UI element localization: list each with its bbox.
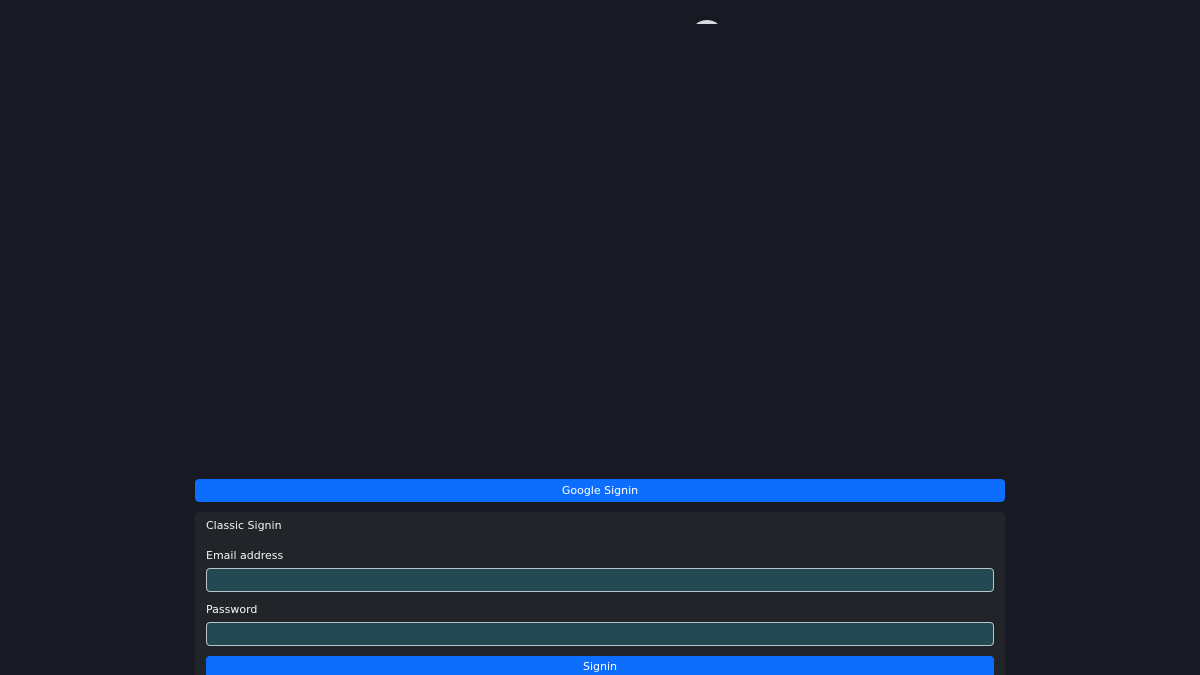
password-label: Password <box>206 603 258 616</box>
classic-signin-title: Classic Signin <box>206 519 282 532</box>
email-input[interactable] <box>206 568 994 592</box>
password-input[interactable] <box>206 622 994 646</box>
avatar-arc-icon <box>690 20 724 24</box>
signin-button[interactable]: Signin <box>206 656 994 675</box>
email-label: Email address <box>206 549 284 562</box>
google-signin-button[interactable]: Google Signin <box>195 479 1005 502</box>
signin-page: Google Signin Classic Signin Email addre… <box>0 0 1200 675</box>
classic-signin-card: Classic Signin Email address Password Si… <box>195 512 1005 675</box>
